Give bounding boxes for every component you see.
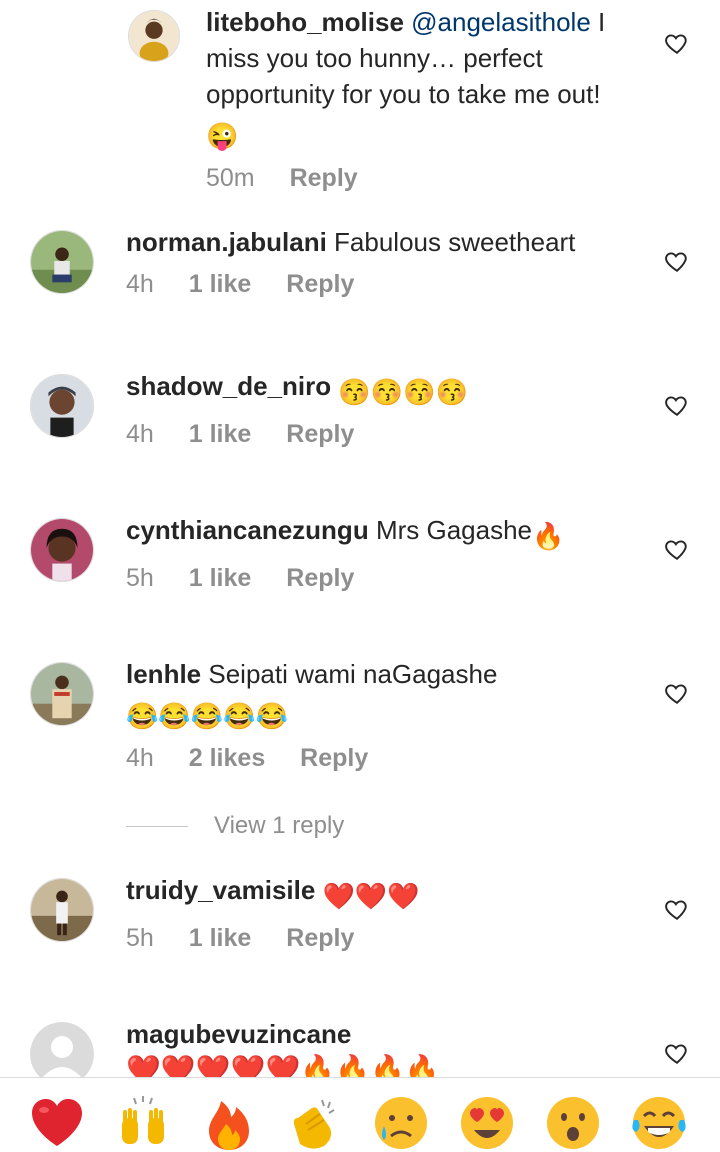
like-heart-icon[interactable] bbox=[664, 680, 690, 706]
comment-time: 4h bbox=[126, 744, 154, 772]
username[interactable]: magubevuzincane bbox=[126, 1019, 351, 1049]
surprised-face-reaction[interactable] bbox=[544, 1094, 602, 1152]
reply-button[interactable]: Reply bbox=[286, 270, 354, 298]
reply-button[interactable]: Reply bbox=[286, 564, 354, 592]
comment-text: cynthiancanezungu Mrs Gagashe🔥 bbox=[126, 512, 640, 554]
username[interactable]: truidy_vamisile bbox=[126, 875, 315, 905]
emoji-reaction-bar bbox=[0, 1077, 720, 1151]
comment-meta: 50m Reply bbox=[206, 164, 632, 193]
like-heart-icon[interactable] bbox=[664, 896, 690, 922]
comment-meta: 5h 1 like Reply bbox=[126, 564, 640, 593]
comment-emoji: 😂😂😂😂😂 bbox=[126, 701, 288, 731]
comment-message: Mrs Gagashe bbox=[375, 515, 533, 545]
avatar[interactable] bbox=[30, 878, 94, 942]
like-count[interactable]: 1 like bbox=[189, 564, 252, 592]
comment-emoji-partial: ❤️❤️❤️❤️❤️🔥🔥🔥🔥 bbox=[126, 1048, 440, 1078]
like-count[interactable]: 1 like bbox=[189, 420, 252, 448]
reply-button[interactable]: Reply bbox=[300, 744, 368, 772]
comment-body: liteboho_molise @angelasithole I miss yo… bbox=[206, 4, 632, 193]
username[interactable]: lenhle bbox=[126, 659, 201, 689]
comment-time: 4h bbox=[126, 420, 154, 448]
comment-meta: 4h 2 likes Reply bbox=[126, 744, 570, 773]
view-replies-button[interactable]: View 1 reply bbox=[126, 808, 344, 844]
view-replies-label: View 1 reply bbox=[214, 812, 345, 839]
comment-body: cynthiancanezungu Mrs Gagashe🔥 5h 1 like… bbox=[126, 512, 640, 593]
comment-emoji: ❤️❤️❤️ bbox=[322, 881, 420, 911]
mention-link[interactable]: @angelasithole bbox=[411, 7, 591, 37]
comment-body: lenhle Seipati wami naGagashe 😂😂😂😂😂 4h 2 … bbox=[126, 656, 570, 773]
avatar[interactable] bbox=[30, 518, 94, 582]
comment-text: norman.jabulani Fabulous sweetheart bbox=[126, 224, 640, 260]
like-count[interactable]: 1 like bbox=[189, 270, 252, 298]
comment-message: Seipati wami naGagashe bbox=[208, 659, 498, 689]
comment-message: Fabulous sweetheart bbox=[334, 227, 576, 257]
comment-text: lenhle Seipati wami naGagashe 😂😂😂😂😂 bbox=[126, 656, 570, 734]
avatar[interactable] bbox=[128, 10, 180, 62]
like-heart-icon[interactable] bbox=[664, 30, 690, 56]
comment-emoji: 😚😚😚😚 bbox=[338, 377, 468, 407]
username[interactable]: shadow_de_niro bbox=[126, 371, 331, 401]
comment-body: shadow_de_niro 😚😚😚😚 4h 1 like Reply bbox=[126, 368, 640, 449]
comment-text: truidy_vamisile ❤️❤️❤️ bbox=[126, 872, 640, 914]
divider bbox=[126, 825, 188, 827]
crying-face-reaction[interactable] bbox=[372, 1094, 430, 1152]
comment-time: 50m bbox=[206, 164, 255, 192]
heart-eyes-reaction[interactable] bbox=[458, 1094, 516, 1152]
red-heart-reaction[interactable] bbox=[28, 1094, 86, 1152]
comment-body: truidy_vamisile ❤️❤️❤️ 5h 1 like Reply bbox=[126, 872, 640, 953]
avatar[interactable] bbox=[30, 374, 94, 438]
comment-meta: 5h 1 like Reply bbox=[126, 924, 640, 953]
avatar[interactable] bbox=[30, 230, 94, 294]
clapping-hands-reaction[interactable] bbox=[286, 1094, 344, 1152]
reply-button[interactable]: Reply bbox=[290, 164, 358, 192]
tears-of-joy-reaction[interactable] bbox=[630, 1094, 688, 1152]
username[interactable]: liteboho_molise bbox=[206, 7, 404, 37]
comment-emoji: 🔥 bbox=[532, 521, 565, 551]
comment-body: norman.jabulani Fabulous sweetheart 4h 1… bbox=[126, 224, 640, 299]
comment-time: 5h bbox=[126, 924, 154, 952]
comment-text: magubevuzincane bbox=[126, 1016, 640, 1052]
reply-button[interactable]: Reply bbox=[286, 924, 354, 952]
comment-emoji: 😜 bbox=[206, 121, 239, 151]
username[interactable]: cynthiancanezungu bbox=[126, 515, 369, 545]
like-heart-icon[interactable] bbox=[664, 1040, 690, 1066]
comment-meta: 4h 1 like Reply bbox=[126, 420, 640, 449]
like-count[interactable]: 1 like bbox=[189, 924, 252, 952]
fire-reaction[interactable] bbox=[200, 1094, 258, 1152]
reply-button[interactable]: Reply bbox=[286, 420, 354, 448]
comment-meta: 4h 1 like Reply bbox=[126, 270, 640, 299]
like-heart-icon[interactable] bbox=[664, 248, 690, 274]
comment-emoji: ❤️❤️❤️❤️❤️🔥🔥🔥🔥 bbox=[126, 1054, 440, 1078]
comment-time: 4h bbox=[126, 270, 154, 298]
raising-hands-reaction[interactable] bbox=[114, 1094, 172, 1152]
like-heart-icon[interactable] bbox=[664, 536, 690, 562]
like-count[interactable]: 2 likes bbox=[189, 744, 265, 772]
comment-time: 5h bbox=[126, 564, 154, 592]
comment-text: shadow_de_niro 😚😚😚😚 bbox=[126, 368, 640, 410]
avatar[interactable] bbox=[30, 662, 94, 726]
username[interactable]: norman.jabulani bbox=[126, 227, 327, 257]
comment-text: liteboho_molise @angelasithole I miss yo… bbox=[206, 4, 632, 154]
like-heart-icon[interactable] bbox=[664, 392, 690, 418]
comment-body: magubevuzincane bbox=[126, 1016, 640, 1052]
